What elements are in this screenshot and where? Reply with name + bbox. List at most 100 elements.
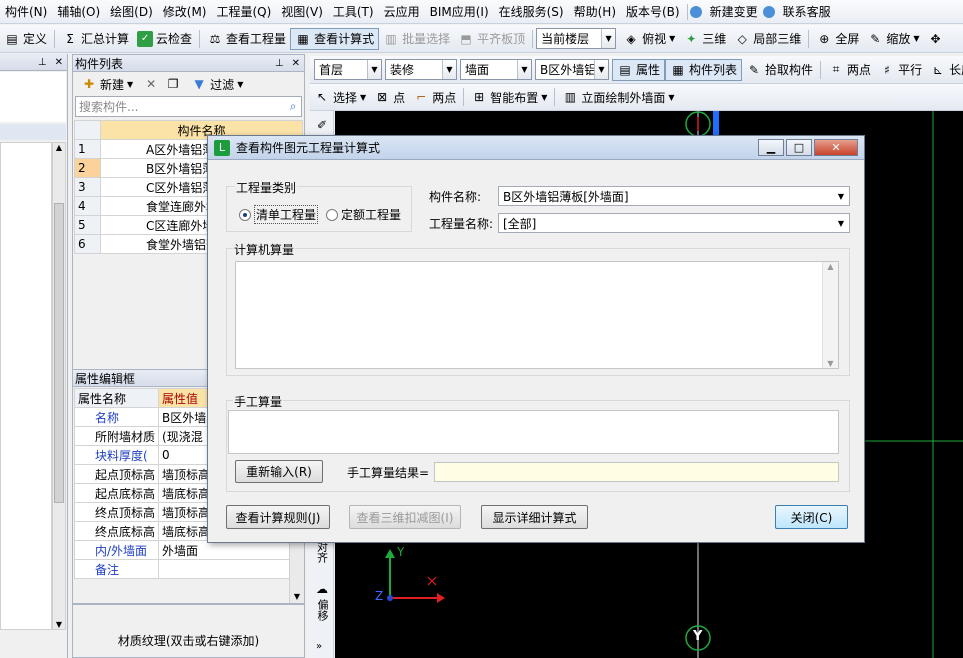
property-name-cell: 起点底标高	[73, 483, 160, 503]
menu-item-11[interactable]: 版本号(B)	[621, 3, 685, 20]
parallel-button[interactable]: ♯ 平行	[875, 59, 926, 81]
partial-3d-button[interactable]: ◇ 局部三维	[730, 28, 805, 50]
menu-item-1[interactable]: 辅轴(O)	[52, 3, 105, 20]
menu-item-2[interactable]: 绘图(D)	[105, 3, 158, 20]
menu-item-3[interactable]: 修改(M)	[158, 3, 212, 20]
pin-icon[interactable]: ⊥	[38, 57, 47, 68]
maximize-icon[interactable]: □	[786, 139, 812, 156]
component-name-select[interactable]: B区外墙铝薄板[外墙面] ▼	[498, 186, 850, 206]
select-button[interactable]: ↖ 选择 ▼	[310, 86, 370, 108]
align-button[interactable]: 对齐	[312, 541, 332, 566]
navigator-scrollbar[interactable]: ▲ ▼	[52, 142, 66, 630]
view-rules-button[interactable]: 查看计算规则(J)	[226, 505, 330, 529]
main-toolbar: ▤ 定义 Σ 汇总计算 ✓ 云检查 ⚖ 查看工程量 ▦ 查看计算式 ▥ 批量选择 ⬒ 平齐板顶…	[0, 25, 963, 53]
view-quantity-button[interactable]: ⚖ 查看工程量	[203, 28, 290, 50]
radio-quota-quantity[interactable]: 定额工程量	[326, 206, 401, 223]
type-select[interactable]: 墙面 ▼	[460, 59, 532, 80]
define-icon: ▤	[6, 31, 18, 46]
formula-dialog: L 查看构件图元工程量计算式 ▁ □ ✕ 工程量类别 清单工程量 定额工程量 构…	[207, 135, 865, 543]
search-icon[interactable]: ⌕	[285, 99, 301, 115]
manual-result-field[interactable]	[434, 462, 839, 482]
close-icon[interactable]: ✕	[292, 58, 300, 69]
property-row[interactable]: 备注	[73, 559, 290, 579]
properties-button[interactable]: ▤ 属性	[612, 58, 666, 81]
close-icon[interactable]: ✕	[55, 57, 63, 68]
menu-item-7[interactable]: 云应用	[379, 3, 425, 20]
component-panel-title: 构件列表	[75, 56, 124, 71]
manual-result-label: 手工算量结果=	[347, 466, 430, 480]
close-button[interactable]: 关闭(C)	[775, 505, 848, 529]
parallel-icon: ♯	[884, 62, 890, 77]
fullscreen-button[interactable]: ⊕ 全屏	[812, 28, 863, 50]
new-icon: ✚	[83, 77, 95, 91]
menu-item-13[interactable]: 联系客服	[778, 3, 836, 20]
offset-button[interactable]: 偏移	[312, 599, 332, 624]
new-component-button[interactable]: ✚ 新建 ▼	[77, 73, 137, 95]
menu-item-9[interactable]: 在线服务(S)	[494, 3, 569, 20]
dialog-titlebar[interactable]: L 查看构件图元工程量计算式 ▁ □ ✕	[208, 136, 864, 160]
delete-icon[interactable]: ✕	[143, 76, 159, 92]
define-button[interactable]: ▤ 定义	[0, 28, 51, 50]
computer-calc-label: 计算机算量	[233, 241, 296, 258]
component-name-label: 构件名称:	[429, 190, 482, 204]
3d-icon: ✦	[686, 31, 697, 46]
more-chevron-icon[interactable]: »	[316, 641, 322, 652]
chevron-down-icon: ▼	[442, 60, 456, 79]
copy-icon[interactable]: ❐	[165, 76, 181, 92]
category-select[interactable]: 装修 ▼	[385, 59, 457, 80]
component-list-button[interactable]: ▦ 构件列表	[665, 58, 743, 81]
radio-list-quantity[interactable]: 清单工程量	[239, 205, 319, 224]
component-search-input[interactable]: 搜索构件... ⌕	[75, 96, 302, 117]
sum-calc-button[interactable]: Σ 汇总计算	[58, 28, 133, 50]
length-button[interactable]: ⊾长度	[926, 59, 963, 81]
show-detail-formula-button[interactable]: 显示详细计算式	[481, 505, 588, 529]
manual-calc-textarea[interactable]	[228, 410, 839, 454]
menu-item-6[interactable]: 工具(T)	[328, 3, 379, 20]
pan-button[interactable]: ✥	[924, 28, 948, 50]
component-select[interactable]: B区外墙铝 ▼	[535, 59, 609, 80]
row-number: 4	[74, 196, 101, 216]
radio-checked-icon	[239, 208, 251, 221]
brush-icon[interactable]: ✐	[314, 117, 330, 133]
align-slab-top-button[interactable]: ⬒ 平齐板顶	[454, 28, 529, 50]
property-name-cell: 终点底标高	[73, 521, 160, 541]
pin-icon[interactable]: ⊥	[275, 58, 284, 69]
property-name-cell: 所附墙材质	[73, 426, 160, 446]
view-formula-button[interactable]: ▦ 查看计算式	[290, 27, 380, 50]
property-row[interactable]: 内/外墙面 外墙面	[73, 540, 290, 560]
cursor-icon: ↖	[316, 90, 328, 104]
current-floor-select[interactable]: 当前楼层 ▼	[536, 28, 617, 49]
reinput-button[interactable]: 重新输入(R)	[235, 460, 323, 483]
point-button[interactable]: ⊠ 点	[370, 86, 409, 108]
property-name-cell: 备注	[73, 559, 160, 579]
view-3d-deduction-button[interactable]: 查看三维扣减图(I)	[349, 505, 461, 529]
quantity-name-select[interactable]: [全部] ▼	[498, 213, 850, 233]
menu-item-8[interactable]: BIM应用(I)	[425, 3, 494, 20]
cloud-check-button[interactable]: ✓ 云检查	[133, 28, 196, 50]
pick-component-button[interactable]: ✎ 拾取构件	[742, 59, 817, 81]
property-name-cell: 起点顶标高	[73, 464, 160, 484]
align-slab-icon: ⬒	[460, 31, 472, 46]
3d-button[interactable]: ✦ 三维	[679, 28, 730, 50]
menu-item-0[interactable]: 构件(N)	[0, 3, 52, 20]
menu-item-12[interactable]: 新建变更	[705, 3, 763, 20]
property-value-cell[interactable]	[158, 559, 290, 579]
textarea-scrollbar[interactable]: ▲ ▼	[822, 262, 838, 368]
computer-calc-textarea[interactable]: ▲ ▼	[235, 261, 839, 369]
texture-area[interactable]: 材质纹理(双击或右键添加)	[72, 604, 305, 658]
top-view-button[interactable]: ◈ 俯视 ▼	[619, 28, 679, 50]
elevation-draw-button[interactable]: ▥ 立面绘制外墙面 ▼	[558, 86, 678, 108]
menu-item-5[interactable]: 视图(V)	[276, 3, 328, 20]
menu-item-4[interactable]: 工程量(Q)	[211, 3, 276, 20]
two-point-button[interactable]: ⌐ 两点	[409, 86, 460, 108]
smart-layout-button[interactable]: ⊞ 智能布置 ▼	[467, 86, 551, 108]
zoom-button[interactable]: ✎ 缩放 ▼	[863, 28, 923, 50]
menu-item-10[interactable]: 帮助(H)	[569, 3, 621, 20]
close-icon[interactable]: ✕	[814, 139, 858, 156]
batch-select-button[interactable]: ▥ 批量选择	[379, 28, 454, 50]
property-value-cell[interactable]: 外墙面	[158, 540, 290, 560]
floor-select[interactable]: 首层 ▼	[314, 59, 382, 80]
minimize-icon[interactable]: ▁	[758, 139, 784, 156]
two-point-axis-button[interactable]: ⌗ 两点	[824, 59, 875, 81]
filter-button[interactable]: ▼ 过滤 ▼	[187, 73, 247, 95]
